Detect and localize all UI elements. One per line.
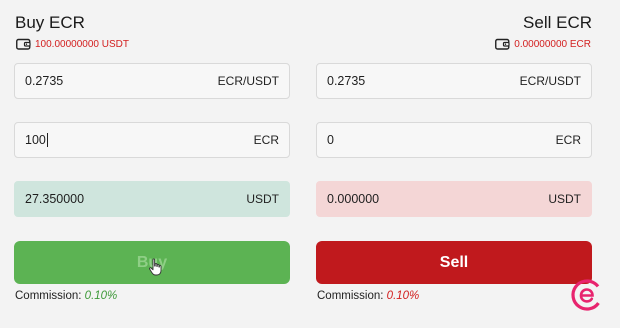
wallet-icon <box>495 38 510 50</box>
hand-cursor-icon <box>149 258 162 276</box>
text-caret <box>46 133 48 148</box>
sell-balance: 0.00000000 ECR <box>495 38 591 50</box>
buy-amount-value: 100 <box>25 132 46 147</box>
trade-form: Buy ECR 100.00000000 USDT 0.2735 ECR/USD… <box>0 0 620 328</box>
buy-total-value: 27.350000 <box>25 192 85 206</box>
sell-amount-unit: ECR <box>555 133 581 147</box>
sell-price-unit: ECR/USDT <box>519 74 581 88</box>
sell-title: Sell ECR <box>523 13 592 32</box>
sell-commission: Commission: 0.10% <box>317 290 419 302</box>
buy-commission-label: Commission: <box>15 290 82 302</box>
buy-total-unit: USDT <box>246 192 279 206</box>
buy-balance: 100.00000000 USDT <box>16 38 129 50</box>
buy-commission-rate: 0.10% <box>84 290 118 302</box>
wallet-icon <box>16 38 31 50</box>
sell-price-input[interactable]: 0.2735 ECR/USDT <box>316 63 592 99</box>
buy-balance-value: 100.00000000 USDT <box>35 38 129 50</box>
buy-total-field: 27.350000 USDT <box>14 181 290 217</box>
buy-panel: Buy ECR 100.00000000 USDT 0.2735 ECR/USD… <box>14 0 290 328</box>
sell-amount-input[interactable]: 0 ECR <box>316 122 592 158</box>
buy-price-unit: ECR/USDT <box>217 74 279 88</box>
brand-logo-icon <box>571 279 603 311</box>
sell-total-value: 0.000000 <box>327 192 380 206</box>
sell-total-unit: USDT <box>548 192 581 206</box>
sell-commission-label: Commission: <box>317 290 384 302</box>
buy-commission: Commission: 0.10% <box>15 290 117 302</box>
buy-price-value: 0.2735 <box>25 74 64 88</box>
buy-title: Buy ECR <box>15 13 85 32</box>
sell-price-value: 0.2735 <box>327 74 366 88</box>
sell-balance-value: 0.00000000 ECR <box>514 38 591 50</box>
sell-amount-value: 0 <box>327 133 334 147</box>
sell-total-field: 0.000000 USDT <box>316 181 592 217</box>
buy-price-input[interactable]: 0.2735 ECR/USDT <box>14 63 290 99</box>
buy-amount-input[interactable]: 100 ECR <box>14 122 290 158</box>
buy-amount-unit: ECR <box>253 133 279 147</box>
buy-amount-wrap: 100 <box>25 133 48 148</box>
sell-panel: Sell ECR 0.00000000 ECR 0.2735 ECR/USDT … <box>316 0 592 328</box>
sell-commission-rate: 0.10% <box>386 290 420 302</box>
sell-button[interactable]: Sell <box>316 241 592 284</box>
